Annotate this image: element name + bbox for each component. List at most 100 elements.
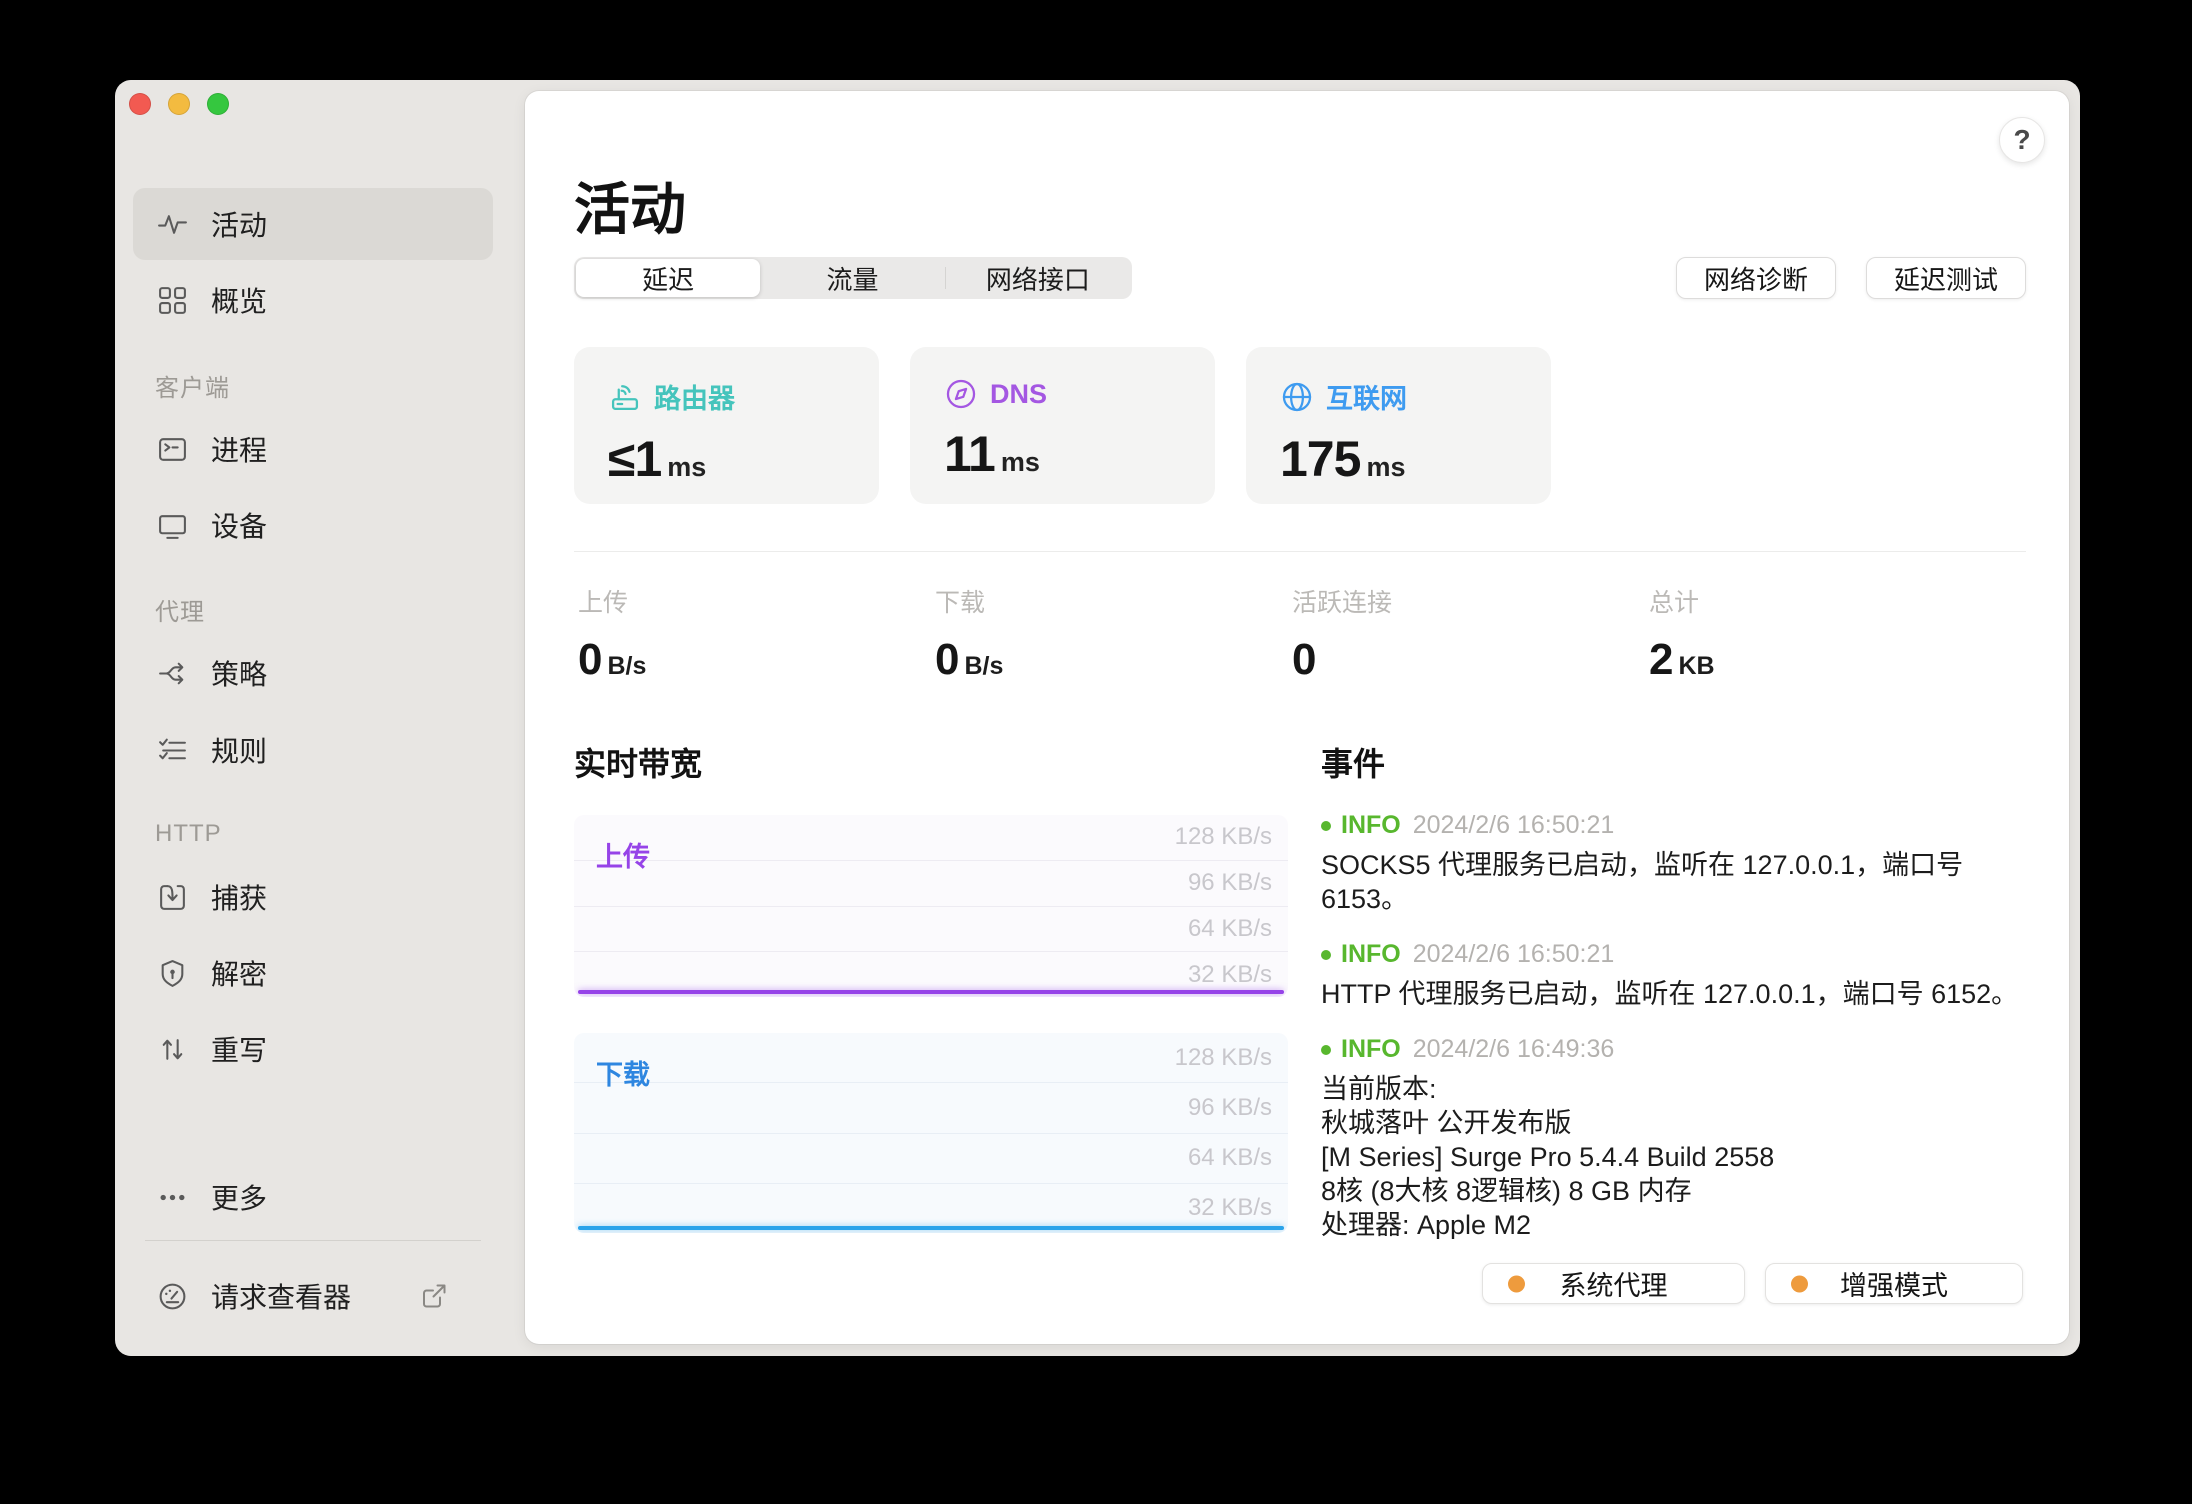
card-value: 11	[944, 426, 996, 482]
toggle-label: 增强模式	[1840, 1271, 1948, 1301]
section-divider	[574, 551, 2026, 552]
stat-label: 下载	[935, 589, 986, 617]
external-link-icon	[419, 1281, 449, 1311]
event-entry: INFO 2024/2/6 16:49:36 当前版本: 秋城落叶 公开发布版 …	[1321, 1035, 2027, 1239]
swap-arrows-icon	[155, 1032, 189, 1066]
gridline-label: 64 KB/s	[574, 1132, 1288, 1183]
status-dot-icon	[1791, 1275, 1808, 1292]
sidebar-item-label: 进程	[211, 435, 268, 466]
download-series-label: 下载	[596, 1060, 650, 1090]
sidebar-item-label: 策略	[211, 659, 268, 690]
proxy-toggles: 系统代理 增强模式	[1482, 1263, 2023, 1304]
tab-network-interface[interactable]: 网络接口	[946, 259, 1130, 297]
tab-traffic[interactable]: 流量	[760, 259, 944, 297]
sidebar-item-rewrite[interactable]: 重写	[133, 1013, 493, 1085]
sidebar-item-more[interactable]: 更多	[133, 1161, 493, 1233]
sidebar: 活动 概览 客户端 进程 设备 代理 策略 规则 HTTP 捕获 解密 重写 更…	[115, 80, 525, 1356]
sidebar-item-policy[interactable]: 策略	[133, 637, 493, 709]
event-message: HTTP 代理服务已启动，监听在 127.0.0.1，端口号 6152。	[1321, 979, 2019, 1009]
dns-latency-card: DNS 11 ms	[910, 347, 1215, 504]
sidebar-item-label: 捕获	[211, 883, 268, 914]
sidebar-item-label: 设备	[211, 511, 268, 542]
sidebar-item-device[interactable]: 设备	[133, 489, 493, 561]
stat-value: 0	[935, 635, 960, 684]
stat-label: 上传	[578, 589, 629, 617]
gridline-label: 64 KB/s	[574, 905, 1288, 952]
sidebar-section-http: HTTP	[155, 820, 222, 847]
stat-download: 下载 0 B/s	[935, 583, 1292, 685]
help-button[interactable]: ?	[1999, 117, 2045, 163]
stat-unit: B/s	[607, 652, 647, 680]
download-series-line	[578, 1226, 1284, 1230]
network-diagnostics-button[interactable]: 网络诊断	[1675, 257, 1836, 299]
traffic-stats: 上传 0 B/s 下载 0 B/s 活跃连接 0 总计 2 KB	[578, 583, 2006, 685]
activity-tabs: 延迟 流量 网络接口	[574, 257, 1132, 299]
card-unit: ms	[667, 452, 707, 482]
sidebar-item-label: 规则	[211, 736, 268, 767]
sidebar-item-rules[interactable]: 规则	[133, 714, 493, 786]
status-dot-icon	[1508, 1275, 1525, 1292]
grid-icon	[155, 283, 189, 317]
router-icon	[608, 380, 642, 414]
sidebar-item-decrypt[interactable]: 解密	[133, 937, 493, 1009]
page-title: 活动	[574, 178, 686, 241]
sidebar-item-label: 解密	[211, 959, 268, 990]
card-label: 互联网	[1326, 384, 1407, 414]
shield-icon	[155, 956, 189, 990]
stat-unit: B/s	[964, 652, 1004, 680]
app-window: 活动 概览 客户端 进程 设备 代理 策略 规则 HTTP 捕获 解密 重写 更…	[115, 80, 2080, 1356]
upload-bandwidth-chart: 128 KB/s 96 KB/s 64 KB/s 32 KB/s 上传	[574, 815, 1288, 997]
sidebar-item-request-viewer[interactable]: 请求查看器	[133, 1260, 493, 1332]
ellipsis-icon	[155, 1180, 189, 1214]
sidebar-section-proxy: 代理	[155, 598, 205, 626]
event-timestamp: 2024/2/6 16:50:21	[1412, 940, 1615, 968]
card-value: ≤1	[608, 431, 662, 487]
event-level: INFO	[1341, 811, 1401, 839]
stat-value: 0	[578, 635, 603, 684]
compass-icon	[944, 377, 978, 411]
globe-icon	[1280, 380, 1314, 414]
sidebar-item-process[interactable]: 进程	[133, 413, 493, 485]
card-label: 路由器	[654, 384, 735, 414]
level-dot-icon	[1321, 949, 1331, 960]
sidebar-item-label: 更多	[211, 1183, 268, 1214]
gridline-label: 128 KB/s	[1174, 823, 1272, 851]
tab-latency[interactable]: 延迟	[576, 259, 761, 297]
sidebar-item-overview[interactable]: 概览	[133, 264, 493, 336]
enhanced-mode-toggle[interactable]: 增强模式	[1765, 1263, 2023, 1304]
events-section-title: 事件	[1321, 746, 1386, 782]
toggle-label: 系统代理	[1559, 1271, 1668, 1301]
sidebar-item-capture[interactable]: 捕获	[133, 861, 493, 933]
activity-icon	[155, 207, 189, 241]
download-bandwidth-chart: 128 KB/s 96 KB/s 64 KB/s 32 KB/s 下载	[574, 1033, 1288, 1233]
event-timestamp: 2024/2/6 16:49:36	[1412, 1035, 1615, 1063]
terminal-icon	[155, 432, 189, 466]
gridline-label: 96 KB/s	[574, 1082, 1288, 1132]
sidebar-divider	[145, 1240, 481, 1241]
stat-value: 2	[1649, 635, 1674, 684]
card-value: 175	[1280, 431, 1361, 487]
event-level: INFO	[1341, 1035, 1401, 1063]
event-timestamp: 2024/2/6 16:50:21	[1412, 811, 1615, 839]
stat-label: 总计	[1649, 589, 1700, 617]
main-panel: ? 活动 延迟 流量 网络接口 网络诊断 延迟测试 路由器 ≤1 ms DNS …	[525, 91, 2069, 1344]
sidebar-item-activity[interactable]: 活动	[133, 188, 493, 260]
event-level: INFO	[1341, 940, 1401, 968]
sidebar-item-label: 概览	[211, 286, 268, 317]
event-message: SOCKS5 代理服务已启动，监听在 127.0.0.1，端口号 6153。	[1321, 850, 1964, 914]
stat-active-connections: 活跃连接 0	[1292, 583, 1649, 685]
event-entry: INFO 2024/2/6 16:50:21 SOCKS5 代理服务已启动，监听…	[1321, 811, 2027, 916]
bandwidth-section-title: 实时带宽	[574, 746, 703, 782]
stat-unit: KB	[1678, 652, 1715, 680]
system-proxy-toggle[interactable]: 系统代理	[1482, 1263, 1745, 1304]
gauge-icon	[155, 1279, 189, 1313]
stat-label: 活跃连接	[1292, 589, 1393, 617]
gridline-label: 96 KB/s	[574, 859, 1288, 906]
router-latency-card: 路由器 ≤1 ms	[574, 347, 879, 504]
monitor-icon	[155, 508, 189, 542]
latency-test-button[interactable]: 延迟测试	[1865, 257, 2026, 299]
events-panel: 事件 INFO 2024/2/6 16:50:21 SOCKS5 代理服务已启动…	[1321, 739, 2027, 1239]
event-entry: INFO 2024/2/6 16:50:21 HTTP 代理服务已启动，监听在 …	[1321, 940, 2027, 1011]
checklist-icon	[155, 733, 189, 767]
event-message: 当前版本: 秋城落叶 公开发布版 [M Series] Surge Pro 5.…	[1321, 1074, 1775, 1239]
